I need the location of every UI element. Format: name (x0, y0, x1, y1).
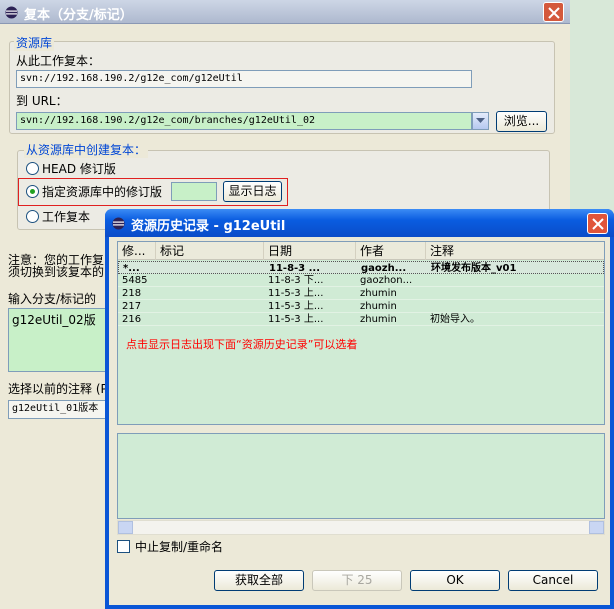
table-cell-date: 11-5-3 上... (268, 288, 324, 299)
browse-button[interactable]: 浏览... (496, 111, 547, 132)
window-title: 复本（分支/标记） (24, 8, 133, 23)
column-header-tag[interactable]: 标记 (156, 242, 264, 260)
dialog-title: 资源历史记录 - g12eUtil (131, 219, 286, 234)
to-url-label: 到 URL： (16, 94, 68, 108)
previous-comment-combo[interactable]: g12eUtil_01版本 (8, 400, 108, 419)
table-cell-rev: 218 (122, 288, 142, 299)
column-header-date[interactable]: 日期 (264, 242, 356, 260)
repository-group-title: 资源库 (14, 34, 55, 51)
eclipse-icon (5, 6, 18, 22)
table-cell-date: 11-5-3 上... (268, 301, 324, 312)
dialog-title-bar: 资源历史记录 - g12eUtil (105, 209, 614, 237)
working-copy-label: 工作复本 (42, 210, 91, 224)
table-cell-author: gaozhon... (360, 275, 413, 286)
horizontal-scrollbar[interactable] (117, 520, 605, 535)
close-icon (548, 7, 560, 19)
create-copy-group-title: 从资源库中创建复本： (24, 141, 149, 158)
note-line-2: 须切换到该复本的 (8, 265, 105, 279)
previous-comment-label: 选择以前的注释 (P (8, 382, 108, 396)
get-all-button[interactable]: 获取全部 (214, 570, 304, 591)
close-button[interactable] (543, 2, 564, 22)
table-cell-rev: 217 (122, 301, 142, 312)
stop-on-copy-checkbox[interactable] (117, 540, 130, 553)
table-cell-comment (426, 287, 604, 300)
working-copy-radio[interactable] (26, 210, 39, 223)
head-revision-radio[interactable] (26, 162, 39, 175)
head-revision-label: HEAD 修订版 (42, 162, 116, 176)
table-cell-tag (156, 300, 264, 313)
branch-comment-textarea[interactable]: g12eUtil_02版 (8, 308, 108, 372)
dialog-client-area: 修... 标记 日期 作者 注释 *... 11-8-3 ... gaozh... 环… (109, 237, 610, 605)
from-working-copy-field[interactable]: svn://192.168.190.2/g12e_com/g12eUtil (16, 70, 472, 88)
table-row[interactable]: 218 11-5-3 上... zhumin (118, 287, 604, 300)
close-icon (592, 218, 604, 230)
table-cell-author: zhumin (360, 301, 397, 312)
specific-revision-label: 指定资源库中的修订版 (42, 185, 163, 199)
to-url-dropdown-button[interactable] (472, 112, 489, 130)
column-header-revision[interactable]: 修... (118, 242, 156, 260)
annotation-text: 点击显示日志出现下面“资源历史记录”可以选着 (126, 338, 358, 351)
specific-revision-radio[interactable] (26, 185, 39, 198)
table-cell-tag (156, 287, 264, 300)
table-row[interactable]: 217 11-5-3 上... zhumin (118, 300, 604, 313)
table-cell-tag (156, 313, 264, 326)
table-row[interactable]: *... 11-8-3 ... gaozh... 环境发布版本_v01 (118, 261, 604, 274)
stop-on-copy-label: 中止复制/重命名 (135, 540, 224, 554)
table-cell-comment (426, 274, 604, 287)
table-cell-date: 11-5-3 上... (268, 314, 324, 325)
table-cell-comment: 初始导入。 (430, 314, 480, 325)
cancel-button[interactable]: Cancel (508, 570, 598, 591)
dialog-close-button[interactable] (587, 213, 608, 234)
table-cell-author: zhumin (360, 314, 397, 325)
table-cell-date: 11-8-3 下... (268, 275, 324, 286)
radio-selected-dot (30, 189, 35, 194)
table-cell-author: zhumin (360, 288, 397, 299)
enter-branch-comment-label: 输入分支/标记的 (8, 292, 97, 306)
table-cell-rev: 5485 (122, 275, 148, 286)
history-table[interactable]: 修... 标记 日期 作者 注释 *... 11-8-3 ... gaozh... 环… (117, 241, 605, 425)
scroll-right-arrow[interactable] (589, 521, 604, 534)
from-working-copy-label: 从此工作复本： (16, 54, 101, 68)
resource-history-dialog: 资源历史记录 - g12eUtil 修... 标记 日期 作者 注释 *... 1… (105, 209, 614, 609)
revision-field[interactable] (171, 182, 217, 201)
next-25-button[interactable]: 下 25 (312, 570, 402, 591)
dropdown-arrow-icon (476, 118, 485, 123)
table-row[interactable]: 216 11-5-3 上... zhumin 初始导入。 (118, 313, 604, 326)
column-header-comment[interactable]: 注释 (426, 242, 604, 260)
show-log-button[interactable]: 显示日志 (223, 181, 282, 202)
table-row[interactable]: 5485 11-8-3 下... gaozhon... (118, 274, 604, 287)
scroll-left-arrow[interactable] (118, 521, 133, 534)
eclipse-icon (112, 217, 125, 233)
table-cell-comment (426, 300, 604, 313)
ok-button[interactable]: OK (410, 570, 500, 591)
to-url-combo[interactable]: svn://192.168.190.2/g12e_com/branches/g1… (16, 112, 472, 130)
table-cell-tag (156, 274, 264, 287)
history-table-header: 修... 标记 日期 作者 注释 (118, 242, 604, 260)
table-cell-rev: 216 (122, 314, 142, 325)
log-message-area[interactable] (117, 433, 605, 519)
window-title-bar: 复本（分支/标记） (0, 0, 570, 24)
column-header-author[interactable]: 作者 (356, 242, 426, 260)
branch-comment-text: g12eUtil_02版 (12, 313, 96, 327)
